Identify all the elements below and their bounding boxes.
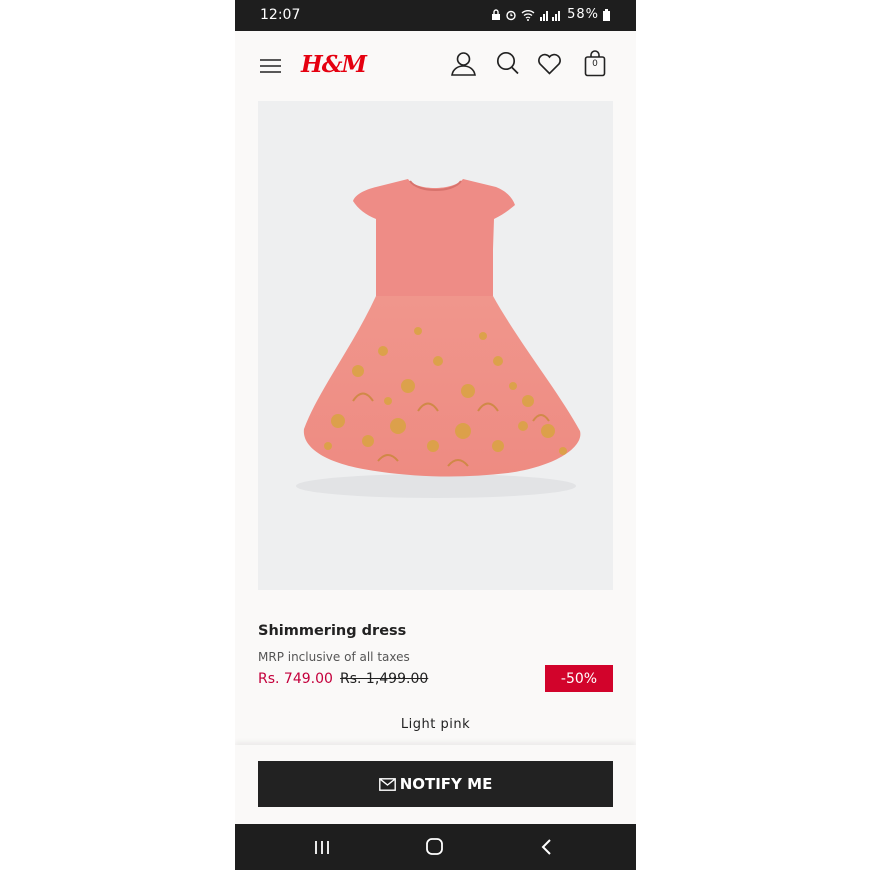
battery-percent: 58% <box>567 7 599 22</box>
product-image[interactable] <box>258 101 613 590</box>
status-icons: 58% <box>491 7 610 22</box>
back-icon[interactable] <box>541 839 551 855</box>
battery-icon <box>603 8 610 21</box>
brand-logo[interactable]: H&M <box>301 51 367 78</box>
site-header: H&M 0 <box>235 31 636 101</box>
action-panel: NOTIFY ME <box>235 745 636 824</box>
lock-icon <box>492 8 501 20</box>
original-price: Rs. 1,499.00 <box>340 671 429 687</box>
sale-price: Rs. 749.00 <box>258 671 333 687</box>
discount-badge: -50% <box>545 665 613 692</box>
wifi-icon <box>521 9 535 21</box>
system-nav-bar <box>235 824 636 870</box>
product-title: Shimmering dress <box>258 623 407 639</box>
signal-icon <box>540 10 561 21</box>
home-icon[interactable] <box>426 838 443 855</box>
selected-color: Light pink <box>400 717 471 732</box>
tax-note: MRP inclusive of all taxes <box>258 650 410 664</box>
dress-illustration <box>296 179 581 498</box>
recent-apps-icon[interactable] <box>314 840 330 855</box>
bag-button[interactable]: 0 <box>584 50 606 77</box>
notify-me-button[interactable]: NOTIFY ME <box>258 761 613 807</box>
status-time: 12:07 <box>260 7 301 23</box>
bag-count: 0 <box>592 59 598 69</box>
alarm-icon <box>506 10 516 20</box>
menu-icon[interactable] <box>260 58 281 74</box>
account-icon[interactable] <box>451 51 476 77</box>
status-bar: 12:07 58% <box>235 0 636 31</box>
notify-me-label: NOTIFY ME <box>399 775 493 793</box>
mail-icon <box>378 777 396 791</box>
search-icon[interactable] <box>496 51 519 75</box>
phone-screen: 12:07 58% H&M 0 Shimmering dress MRP inc… <box>235 0 636 870</box>
heart-icon[interactable] <box>537 53 562 75</box>
